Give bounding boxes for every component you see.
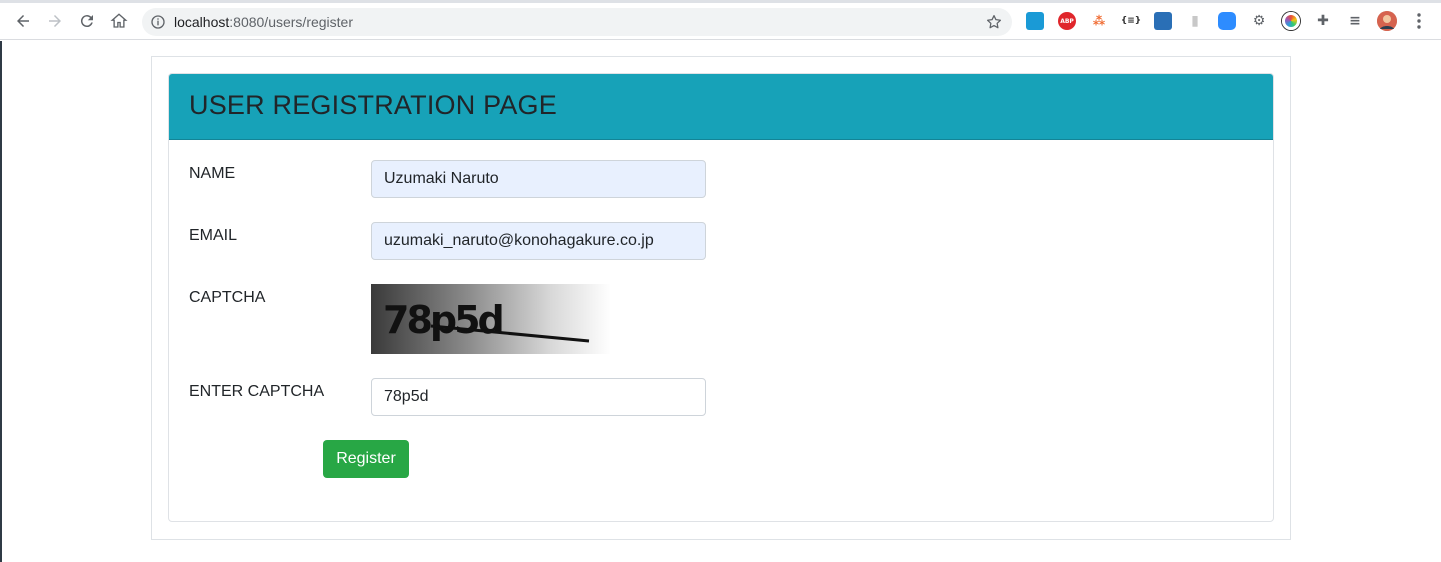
screen-capture-icon[interactable]	[1026, 12, 1044, 30]
card-header: USER REGISTRATION PAGE	[169, 74, 1273, 140]
email-input[interactable]	[371, 222, 706, 260]
home-icon	[110, 13, 128, 28]
reload-icon	[80, 15, 93, 28]
reload-button[interactable]	[75, 9, 99, 33]
register-button[interactable]: Register	[323, 440, 409, 478]
info-icon[interactable]	[150, 14, 166, 30]
reading-list-icon[interactable]: ≡	[1346, 12, 1364, 30]
back-button[interactable]	[11, 9, 35, 33]
captcha-strike-line	[430, 324, 590, 343]
browser-toolbar: localhost:8080/users/register ABP ⁂ {≡} ▮ ⚙ ✚…	[0, 3, 1441, 40]
profile-avatar[interactable]	[1377, 11, 1397, 31]
color-picker-icon[interactable]	[1282, 12, 1300, 30]
page-title: USER REGISTRATION PAGE	[189, 90, 557, 120]
zoom-icon[interactable]	[1218, 12, 1236, 30]
puzzle-icon[interactable]: ✚	[1314, 12, 1332, 30]
url-host: localhost	[174, 14, 230, 30]
name-input[interactable]	[371, 160, 706, 198]
json-icon[interactable]: {≡}	[1120, 12, 1142, 30]
home-button[interactable]	[107, 9, 131, 33]
captcha-input[interactable]	[371, 378, 706, 416]
back-arrow-icon	[17, 15, 29, 27]
window-edge	[0, 41, 2, 562]
avatar-icon	[1377, 11, 1397, 31]
gear-ext-icon[interactable]: ⚙	[1250, 12, 1268, 30]
adblock-icon[interactable]: ABP	[1058, 12, 1076, 30]
star-icon[interactable]	[985, 13, 1003, 31]
bookmarks-icon[interactable]: ▮	[1186, 12, 1204, 30]
captcha-label: CAPTCHA	[189, 289, 266, 306]
tree-icon[interactable]: ⁂	[1090, 12, 1108, 30]
forward-arrow-icon	[49, 15, 61, 27]
email-label: EMAIL	[189, 227, 238, 244]
json-label: {≡}	[1120, 16, 1142, 26]
address-bar[interactable]: localhost:8080/users/register	[142, 8, 1012, 36]
scribe-icon[interactable]	[1154, 12, 1172, 30]
url-path: :8080/users/register	[229, 14, 353, 30]
kebab-menu-icon	[1417, 13, 1421, 29]
enter-captcha-label: ENTER CAPTCHA	[189, 383, 325, 400]
menu-button[interactable]	[1410, 12, 1428, 30]
forward-button[interactable]	[43, 9, 67, 33]
name-label: NAME	[189, 165, 236, 182]
url-text[interactable]: localhost:8080/users/register	[174, 14, 353, 30]
captcha-image: 78p5d	[371, 284, 611, 354]
adblock-label: ABP	[1060, 17, 1074, 25]
